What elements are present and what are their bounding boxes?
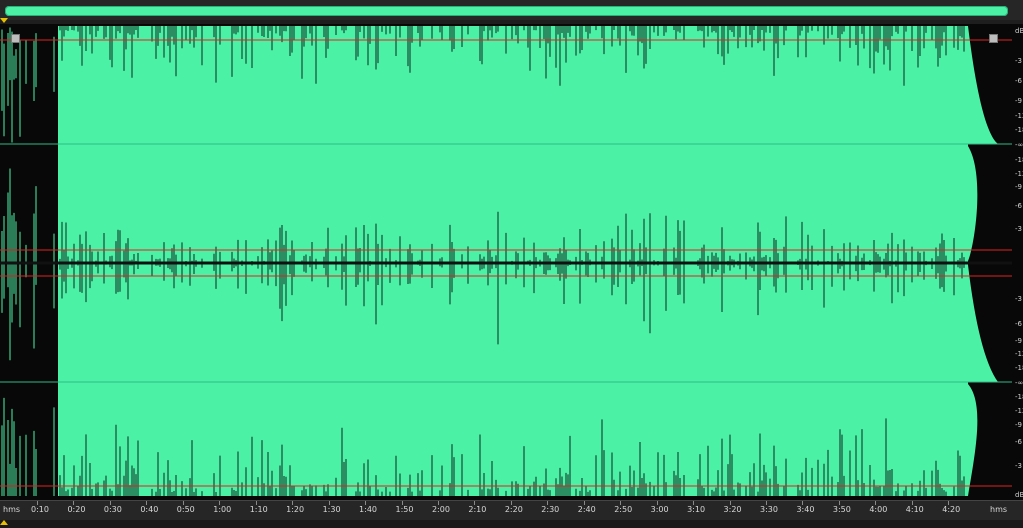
db-label: -12 xyxy=(1015,112,1023,120)
fade-in-handle-icon[interactable] xyxy=(11,34,20,43)
ruler-tick-label: 1:40 xyxy=(359,505,378,514)
playhead-marker-bottom-icon[interactable] xyxy=(0,520,8,525)
ruler-tick-label: 0:40 xyxy=(140,505,159,514)
db-label: -9 xyxy=(1015,97,1022,105)
db-label: -12 xyxy=(1015,350,1023,358)
fade-out-handle-icon[interactable] xyxy=(989,34,998,43)
ruler-tick-label: 0:20 xyxy=(67,505,86,514)
ruler-tick-label: 3:50 xyxy=(832,505,851,514)
ruler-tick-label: 1:50 xyxy=(395,505,414,514)
ruler-tick-label: 2:00 xyxy=(431,505,450,514)
ruler-tick-label: 0:30 xyxy=(103,505,122,514)
db-label: -9 xyxy=(1015,183,1022,191)
time-ruler[interactable]: hms hms 0:10 0:20 0:30 0:40 0:50 1:00 1:10 1:20… xyxy=(0,500,1023,521)
ruler-tick-label: 1:10 xyxy=(249,505,268,514)
db-label: -6 xyxy=(1015,438,1022,446)
waveform-fill xyxy=(0,26,998,496)
waveform-intro xyxy=(0,26,58,496)
ruler-unit-left: hms xyxy=(3,505,21,514)
overview-scrollbar-track[interactable] xyxy=(0,0,1023,20)
ruler-tick-label: 3:20 xyxy=(723,505,742,514)
db-label: -12 xyxy=(1015,170,1023,178)
ruler-tick-label: 1:00 xyxy=(213,505,232,514)
waveform-display[interactable] xyxy=(0,24,1023,500)
ruler-tick-label: 3:00 xyxy=(650,505,669,514)
ruler-tick-label: 2:30 xyxy=(541,505,560,514)
ruler-tick-label: 2:20 xyxy=(504,505,523,514)
ruler-tick-label: 0:50 xyxy=(176,505,195,514)
db-label: -∞ xyxy=(1015,141,1023,149)
bottom-strip xyxy=(0,520,1023,528)
ruler-tick-label: 4:00 xyxy=(869,505,888,514)
db-label: -6 xyxy=(1015,77,1022,85)
ruler-tick-label: 3:10 xyxy=(687,505,706,514)
ruler-tick-label: 3:30 xyxy=(760,505,778,514)
db-label: -3 xyxy=(1015,295,1022,303)
ruler-tick-label: 1:20 xyxy=(286,505,305,514)
playhead-marker-icon[interactable] xyxy=(0,18,8,23)
db-label: -9 xyxy=(1015,337,1022,345)
db-label: -18 xyxy=(1015,364,1023,372)
db-label: -3 xyxy=(1015,225,1022,233)
ruler-tick-label: 1:30 xyxy=(322,505,341,514)
ruler-tick-label: 2:40 xyxy=(577,505,596,514)
db-unit-top: dB xyxy=(1015,27,1023,35)
ruler-tick-label: 2:10 xyxy=(468,505,487,514)
db-label: -9 xyxy=(1015,421,1022,429)
overview-scrollbar-thumb[interactable] xyxy=(5,6,1008,16)
ruler-tick-label: 4:10 xyxy=(905,505,924,514)
db-label: -6 xyxy=(1015,202,1022,210)
db-unit-bottom: dB xyxy=(1015,491,1023,499)
ruler-tick-label: 0:10 xyxy=(31,505,49,514)
ruler-tick-label: 4:20 xyxy=(942,505,961,514)
db-label: -18 xyxy=(1015,156,1023,164)
db-label: -18 xyxy=(1015,126,1023,134)
db-label: -3 xyxy=(1015,57,1022,65)
ruler-tick-label: 3:40 xyxy=(796,505,815,514)
ruler-tick-label: 2:50 xyxy=(614,505,633,514)
db-label: -12 xyxy=(1015,407,1023,415)
ruler-unit-right: hms xyxy=(990,505,1008,514)
db-label: -18 xyxy=(1015,393,1023,401)
db-label: -6 xyxy=(1015,320,1022,328)
db-label: -3 xyxy=(1015,462,1022,470)
db-label: -∞ xyxy=(1015,379,1023,387)
